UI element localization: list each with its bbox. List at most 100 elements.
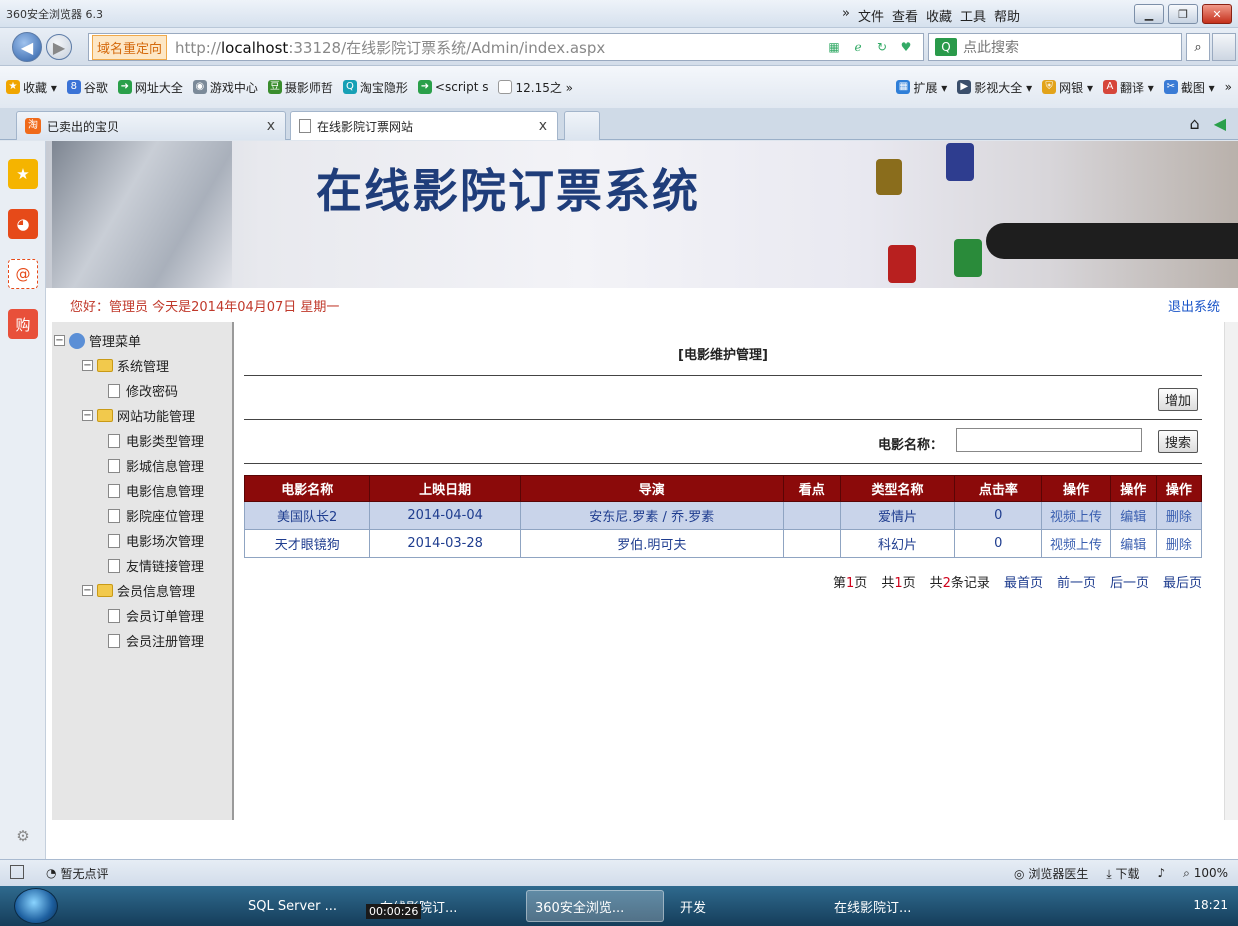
tree-item-movie-info[interactable]: 电影信息管理 bbox=[52, 478, 232, 503]
first-page-link[interactable]: 最首页 bbox=[1004, 572, 1043, 591]
bookmark-taobao[interactable]: Q 淘宝隐形 bbox=[342, 79, 408, 96]
start-button[interactable] bbox=[14, 888, 58, 924]
refresh-icon[interactable]: ↻ bbox=[873, 38, 891, 56]
collapse-icon[interactable]: − bbox=[82, 585, 93, 596]
compat-mode-icon[interactable]: ℯ bbox=[849, 38, 867, 56]
browser-doctor[interactable]: ◎ 浏览器医生 bbox=[1014, 865, 1088, 882]
shopping-icon[interactable]: 购 bbox=[8, 309, 38, 339]
last-page-link[interactable]: 最后页 bbox=[1163, 572, 1202, 591]
tree-item-seat[interactable]: 影院座位管理 bbox=[52, 503, 232, 528]
page-scrollbar[interactable] bbox=[1224, 322, 1238, 820]
bank-menu[interactable]: ⛨ 网银 ▾ bbox=[1042, 79, 1093, 96]
tree-item-movie-type[interactable]: 电影类型管理 bbox=[52, 428, 232, 453]
bookmark-script[interactable]: ➜ <script s bbox=[417, 80, 488, 94]
qrcode-icon[interactable]: ▦ bbox=[825, 38, 843, 56]
delete-link[interactable]: 删除 bbox=[1155, 501, 1203, 530]
search-field[interactable]: Q 点此搜索 bbox=[928, 33, 1182, 61]
favorite-icon[interactable]: ♥ bbox=[897, 38, 915, 56]
back-arrow-icon[interactable]: ◀ bbox=[1214, 114, 1226, 133]
search-button[interactable]: 搜索 bbox=[1157, 430, 1198, 453]
navsite-icon: ➜ bbox=[417, 80, 432, 94]
tree-group-site[interactable]: − 网站功能管理 bbox=[52, 403, 232, 428]
zoom-level[interactable]: ⌕ 100% bbox=[1183, 866, 1228, 881]
menu-file[interactable]: 文件 bbox=[858, 6, 884, 25]
table-row[interactable]: 天才眼镜狗 2014-03-28 罗伯.明可夫 科幻片 0 视频上传 编辑 删除 bbox=[243, 529, 1203, 558]
bookmark-navsite[interactable]: ➜ 网址大全 bbox=[117, 79, 183, 96]
bookmark-doc[interactable]: 12.15之 » bbox=[498, 79, 573, 96]
menu-favorites[interactable]: 收藏 bbox=[926, 6, 952, 25]
task-360-browser[interactable]: 360安全浏览... bbox=[526, 890, 664, 922]
gear-icon[interactable]: ⚙ bbox=[8, 821, 38, 851]
col-header: 操作 bbox=[1041, 475, 1111, 502]
collapse-icon[interactable]: − bbox=[82, 360, 93, 371]
bookmark-photo[interactable]: 豆摄影师哲 bbox=[267, 79, 333, 96]
tree-item-member-orders[interactable]: 会员订单管理 bbox=[52, 603, 232, 628]
collapse-icon[interactable]: − bbox=[82, 410, 93, 421]
weibo-icon[interactable]: ◕ bbox=[8, 209, 38, 239]
task-dev[interactable]: 开发 bbox=[672, 890, 792, 922]
minimize-button[interactable]: ▁ bbox=[1134, 4, 1164, 24]
bookmark-favorites[interactable]: ★ 收藏 ▾ bbox=[6, 79, 57, 96]
tab-sold-items[interactable]: 淘 已卖出的宝贝 x bbox=[16, 111, 286, 140]
tab-cinema-site[interactable]: 在线影院订票网站 x bbox=[290, 111, 558, 140]
downloads[interactable]: ⤓ 下载 bbox=[1106, 865, 1139, 882]
sidebar-toggle-icon[interactable] bbox=[10, 865, 24, 879]
next-page-link[interactable]: 后一页 bbox=[1110, 572, 1149, 591]
tab-close-icon[interactable]: x bbox=[539, 118, 547, 134]
screenshot-menu[interactable]: ✂ 截图 ▾ bbox=[1163, 79, 1215, 96]
back-button[interactable]: ◀ bbox=[12, 32, 42, 62]
delete-link[interactable]: 删除 bbox=[1155, 529, 1203, 558]
edit-link[interactable]: 编辑 bbox=[1109, 529, 1157, 558]
new-tab-button[interactable] bbox=[564, 111, 600, 140]
menu-tools[interactable]: 工具 bbox=[960, 6, 986, 25]
logout-link[interactable]: 退出系统 bbox=[1168, 296, 1220, 315]
user-avatar-icon[interactable] bbox=[1212, 33, 1236, 61]
collapse-icon[interactable]: − bbox=[54, 335, 65, 346]
forward-button[interactable]: ▶ bbox=[46, 34, 72, 60]
extensions-menu[interactable]: ▦ 扩展 ▾ bbox=[896, 79, 947, 96]
star-icon[interactable]: ★ bbox=[8, 159, 38, 189]
tree-root[interactable]: − 管理菜单 bbox=[52, 328, 232, 353]
home-icon[interactable]: ⌂ bbox=[1190, 114, 1200, 133]
search-icon[interactable]: ⌕ bbox=[1186, 33, 1210, 61]
url-field[interactable]: 域名重定向 http://localhost:33128/在线影院订票系统/Ad… bbox=[88, 33, 924, 61]
tree-group-system[interactable]: − 系统管理 bbox=[52, 353, 232, 378]
tree-item-change-password[interactable]: 修改密码 bbox=[52, 378, 232, 403]
tree-item-cinema-info[interactable]: 影城信息管理 bbox=[52, 453, 232, 478]
col-header: 类型名称 bbox=[839, 475, 956, 502]
bookmarks-overflow[interactable]: » bbox=[1225, 80, 1232, 94]
browser-sidebar: ★ ◕ @ 购 ⚙ bbox=[0, 141, 46, 859]
cell-director: 罗伯.明可夫 bbox=[519, 529, 784, 558]
video-menu[interactable]: ▶ 影视大全 ▾ bbox=[957, 79, 1032, 96]
upload-video-link[interactable]: 视频上传 bbox=[1041, 529, 1111, 558]
task-cinema-2[interactable]: 在线影院订... bbox=[826, 890, 956, 922]
menu-view[interactable]: 查看 bbox=[892, 6, 918, 25]
taobao-icon: 淘 bbox=[25, 118, 41, 134]
table-row[interactable]: 美国队长2 2014-04-04 安东尼.罗素 / 乔.罗素 爱情片 0 视频上… bbox=[243, 501, 1203, 530]
bookmark-games[interactable]: ◉ 游戏中心 bbox=[192, 79, 258, 96]
mail-icon[interactable]: @ bbox=[8, 259, 38, 289]
tree-group-member[interactable]: − 会员信息管理 bbox=[52, 578, 232, 603]
close-button[interactable]: ✕ bbox=[1202, 4, 1232, 24]
upload-video-link[interactable]: 视频上传 bbox=[1041, 501, 1111, 530]
add-button[interactable]: 增加 bbox=[1157, 388, 1198, 411]
tab-close-icon[interactable]: x bbox=[267, 118, 275, 134]
root-icon bbox=[69, 332, 85, 349]
translate-menu[interactable]: A 翻译 ▾ bbox=[1102, 79, 1154, 96]
system-clock[interactable]: 18:21 bbox=[1193, 898, 1228, 912]
tree-item-showtime[interactable]: 电影场次管理 bbox=[52, 528, 232, 553]
menu-help[interactable]: 帮助 bbox=[994, 6, 1020, 25]
movie-name-input[interactable] bbox=[956, 428, 1142, 452]
edit-link[interactable]: 编辑 bbox=[1109, 501, 1157, 530]
speaker-icon[interactable]: ♪ bbox=[1157, 866, 1165, 880]
task-sql-server[interactable]: SQL Server ... bbox=[240, 890, 370, 922]
bookmark-google[interactable]: 8 谷歌 bbox=[66, 79, 108, 96]
prev-page-link[interactable]: 前一页 bbox=[1057, 572, 1096, 591]
menu-more[interactable]: » bbox=[842, 6, 850, 25]
restore-button[interactable]: ❐ bbox=[1168, 4, 1198, 24]
redirect-badge[interactable]: 域名重定向 bbox=[92, 34, 168, 60]
tree-item-links[interactable]: 友情链接管理 bbox=[52, 553, 232, 578]
tree-item-member-register[interactable]: 会员注册管理 bbox=[52, 628, 232, 653]
search-engine-icon[interactable]: Q bbox=[935, 38, 957, 56]
status-right: ◎ 浏览器医生 ⤓ 下载 ♪ ⌕ 100% bbox=[1014, 865, 1228, 882]
